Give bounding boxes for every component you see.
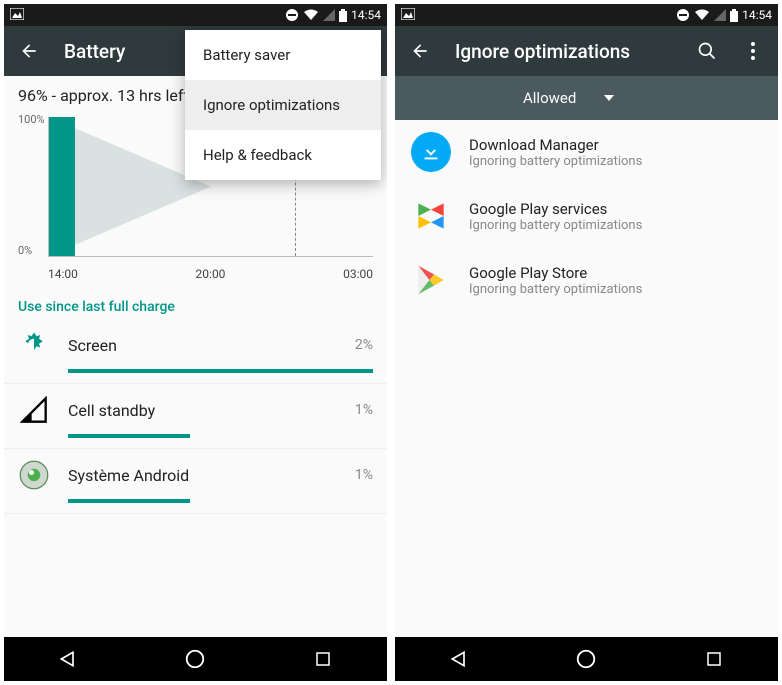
signal-triangle-icon xyxy=(18,394,50,426)
app-item-play-store[interactable]: Google Play Store Ignoring battery optim… xyxy=(395,248,778,312)
app-item-play-services[interactable]: Google Play services Ignoring battery op… xyxy=(395,184,778,248)
play-store-icon xyxy=(411,260,451,300)
battery-icon xyxy=(339,9,347,22)
usage-pct: 1% xyxy=(355,467,373,483)
wifi-icon xyxy=(694,9,710,21)
menu-item-help-feedback[interactable]: Help & feedback xyxy=(185,130,381,180)
chart-y-min: 0% xyxy=(18,244,32,257)
app-item-download-manager[interactable]: Download Manager Ignoring battery optimi… xyxy=(395,120,778,184)
chart-x-1: 20:00 xyxy=(196,267,226,281)
usage-name: Cell standby xyxy=(68,401,337,420)
download-icon xyxy=(411,132,451,172)
usage-name: Système Android xyxy=(68,466,337,485)
app-subtitle: Ignoring battery optimizations xyxy=(469,218,642,233)
chevron-down-icon xyxy=(604,95,614,101)
chart-actual xyxy=(49,117,75,256)
menu-item-ignore-optimizations[interactable]: Ignore optimizations xyxy=(185,80,381,130)
nav-recents-icon[interactable] xyxy=(702,647,726,671)
filter-label: Allowed xyxy=(523,89,576,107)
nav-back-icon[interactable] xyxy=(447,647,471,671)
usage-name: Screen xyxy=(68,336,337,355)
back-icon[interactable] xyxy=(18,40,40,62)
brightness-icon xyxy=(18,329,50,361)
usage-bar xyxy=(68,369,373,373)
nav-home-icon[interactable] xyxy=(574,647,598,671)
usage-item-system-android[interactable]: Système Android 1% xyxy=(4,449,387,514)
app-bar: Ignore optimizations xyxy=(395,26,778,76)
app-subtitle: Ignoring battery optimizations xyxy=(469,282,642,297)
app-name: Google Play Store xyxy=(469,264,642,282)
signal-icon xyxy=(714,9,726,21)
picture-icon xyxy=(10,8,24,23)
chart-x-2: 03:00 xyxy=(343,267,373,281)
battery-screen: 14:54 Battery 96% - approx. 13 hrs left … xyxy=(4,4,387,681)
usage-pct: 2% xyxy=(355,337,373,353)
navigation-bar xyxy=(395,637,778,681)
filter-dropdown[interactable]: Allowed xyxy=(395,76,778,120)
menu-item-battery-saver[interactable]: Battery saver xyxy=(185,30,381,80)
usage-bar xyxy=(68,434,190,438)
dnd-icon xyxy=(676,8,690,22)
usage-item-screen[interactable]: Screen 2% xyxy=(4,319,387,384)
nav-home-icon[interactable] xyxy=(183,647,207,671)
usage-bar xyxy=(68,499,190,503)
apps-list: Download Manager Ignoring battery optimi… xyxy=(395,120,778,637)
page-title: Ignore optimizations xyxy=(455,40,672,63)
app-name: Download Manager xyxy=(469,136,642,154)
app-name: Google Play services xyxy=(469,200,642,218)
more-icon[interactable] xyxy=(742,40,764,62)
overflow-menu: Battery saver Ignore optimizations Help … xyxy=(185,30,381,180)
play-services-icon xyxy=(411,196,451,236)
usage-section-label: Use since last full charge xyxy=(4,293,387,319)
status-bar: 14:54 xyxy=(395,4,778,26)
chart-x-0: 14:00 xyxy=(48,267,78,281)
android-system-icon xyxy=(18,459,50,491)
navigation-bar xyxy=(4,637,387,681)
dnd-icon xyxy=(285,8,299,22)
usage-pct: 1% xyxy=(355,402,373,418)
search-icon[interactable] xyxy=(696,40,718,62)
clock-text: 14:54 xyxy=(742,8,772,22)
app-subtitle: Ignoring battery optimizations xyxy=(469,154,642,169)
chart-x-labels: 14:00 20:00 03:00 xyxy=(48,267,373,281)
signal-icon xyxy=(323,9,335,21)
status-bar: 14:54 xyxy=(4,4,387,26)
nav-back-icon[interactable] xyxy=(56,647,80,671)
chart-y-max: 100% xyxy=(18,113,45,126)
usage-item-cell-standby[interactable]: Cell standby 1% xyxy=(4,384,387,449)
picture-icon xyxy=(401,8,415,23)
ignore-optimizations-screen: 14:54 Ignore optimizations Allowed Downl… xyxy=(395,4,778,681)
back-icon[interactable] xyxy=(409,40,431,62)
battery-icon xyxy=(730,9,738,22)
wifi-icon xyxy=(303,9,319,21)
clock-text: 14:54 xyxy=(351,8,381,22)
nav-recents-icon[interactable] xyxy=(311,647,335,671)
